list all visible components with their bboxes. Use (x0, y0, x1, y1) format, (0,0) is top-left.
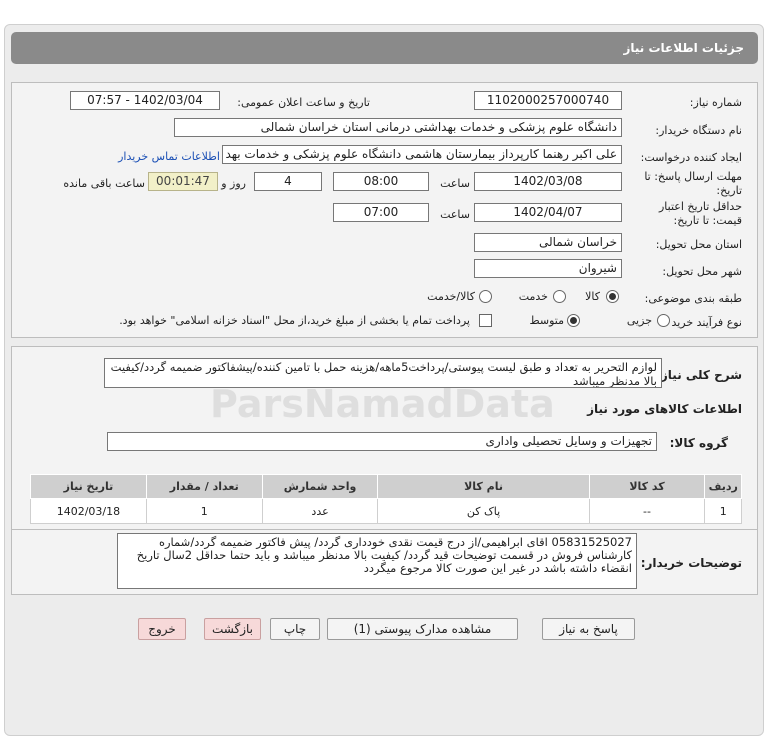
back-button[interactable]: بازگشت (204, 618, 261, 640)
category-option-goods: کالا (585, 290, 600, 303)
category-radio-goods-service[interactable] (479, 290, 492, 303)
reply-deadline-days-field: 4 (254, 172, 322, 191)
category-radio-service[interactable] (553, 290, 566, 303)
cell-row: 1 (704, 498, 742, 524)
table-row: 1 -- پاک کن عدد 1 1402/03/18 (30, 498, 742, 524)
category-option-goods-service: کالا/خدمت (427, 290, 475, 303)
buyer-org-label: نام دستگاه خریدار: (655, 124, 742, 137)
goods-group-label: گروه کالا: (669, 436, 728, 450)
reply-button[interactable]: پاسخ به نیاز (542, 618, 635, 640)
delivery-city-label: شهر محل تحویل: (662, 265, 742, 278)
price-validity-date-field: 1402/04/07 (474, 203, 622, 222)
announce-datetime-label: تاریخ و ساعت اعلان عمومی: (237, 96, 370, 109)
delivery-province-field: خراسان شمالی (474, 233, 622, 252)
reply-deadline-time-label: ساعت (440, 177, 470, 190)
reply-deadline-label-2: تاریخ: (716, 184, 742, 197)
col-name: نام کالا (377, 474, 590, 499)
exit-button[interactable]: خروج (138, 618, 186, 640)
price-validity-time-field: 07:00 (333, 203, 429, 222)
process-radio-medium[interactable] (567, 314, 580, 327)
delivery-province-label: استان محل تحویل: (655, 238, 742, 251)
cell-qty: 1 (145, 498, 263, 524)
goods-section-title: اطلاعات کالاهای مورد نیاز (587, 402, 742, 416)
summary-text: لوازم التحریر به تعداد و طبق لیست پیوستی… (104, 358, 662, 388)
need-number-field: 1102000257000740 (474, 91, 622, 110)
col-qty: تعداد / مقدار (145, 474, 263, 499)
goods-table: ردیف کد کالا نام کالا واحد شمارش تعداد /… (30, 474, 742, 524)
category-radio-goods[interactable] (606, 290, 619, 303)
treasury-payment-checkbox[interactable] (479, 314, 492, 327)
price-validity-time-label: ساعت (440, 208, 470, 221)
need-number-label: شماره نیاز: (689, 96, 742, 109)
col-code: کد کالا (588, 474, 706, 499)
price-validity-label-1: حداقل تاریخ اعتبار (658, 200, 742, 213)
reply-deadline-date-field: 1402/03/08 (474, 172, 622, 191)
page-header: جزئیات اطلاعات نیاز (11, 32, 758, 64)
goods-table-header: ردیف کد کالا نام کالا واحد شمارش تعداد /… (30, 474, 742, 499)
category-label: طبقه بندی موضوعی: (644, 292, 742, 305)
process-option-medium: متوسط (529, 314, 564, 327)
process-radio-minor[interactable] (657, 314, 670, 327)
reply-deadline-days-label: روز و (221, 177, 246, 190)
cell-unit: عدد (261, 498, 379, 524)
attachments-button[interactable]: مشاهده مدارک پیوستی (1) (327, 618, 518, 640)
remaining-time-label: ساعت باقی مانده (63, 177, 145, 190)
col-row: ردیف (704, 474, 742, 499)
treasury-payment-note: پرداخت تمام یا بخشی از مبلغ خرید،از محل … (119, 314, 470, 327)
process-option-minor: جزیی (626, 314, 652, 327)
reply-deadline-time-field: 08:00 (333, 172, 429, 191)
delivery-city-field: شیروان (474, 259, 622, 278)
announce-datetime-field: 1402/03/04 - 07:57 (70, 91, 220, 110)
print-button[interactable]: چاپ (270, 618, 320, 640)
col-unit: واحد شمارش (261, 474, 379, 499)
cell-name: پاک کن (377, 498, 590, 524)
price-validity-label-2: قیمت: تا تاریخ: (673, 214, 742, 227)
reply-deadline-label-1: مهلت ارسال پاسخ: تا (644, 170, 742, 183)
buyer-notes-label: توضیحات خریدار: (640, 556, 742, 570)
cell-code: -- (588, 498, 706, 524)
buyer-org-field: دانشگاه علوم پزشکی و خدمات بهداشتی درمان… (174, 118, 622, 137)
cell-date: 1402/03/18 (30, 498, 147, 524)
summary-label: شرح کلی نیاز: (656, 368, 742, 382)
goods-group-field: تجهیزات و وسایل تحصیلی واداری (107, 432, 657, 451)
buyer-notes-text: 05831525027 اقای ابراهیمی/از درج قیمت نق… (117, 533, 637, 589)
category-option-service: خدمت (518, 290, 548, 303)
buyer-contact-link[interactable]: اطلاعات تماس خریدار (118, 150, 220, 163)
col-date: تاریخ نیاز (30, 474, 147, 499)
requester-field: علی اکبر رهنما کارپرداز بیمارستان هاشمی … (222, 145, 622, 164)
page-title: جزئیات اطلاعات نیاز (623, 41, 744, 55)
remaining-time-field: 00:01:47 (148, 172, 218, 191)
requester-label: ایجاد کننده درخواست: (640, 151, 742, 164)
process-type-label: نوع فرآیند خرید : (664, 316, 742, 329)
